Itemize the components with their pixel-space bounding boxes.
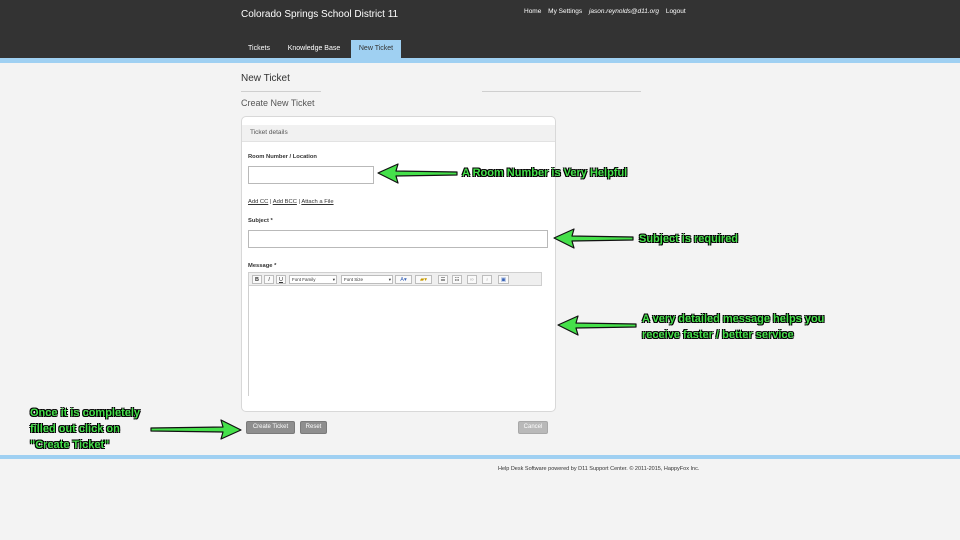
annotation-create-line2: filled out click on <box>30 423 120 435</box>
arrow-to-room-input <box>377 163 458 184</box>
arrow-to-create-button <box>150 419 242 440</box>
arrow-to-message-editor <box>557 315 637 336</box>
annotation-create-line3: "Create Ticket" <box>30 439 110 451</box>
arrow-to-subject-input <box>553 228 634 249</box>
annotation-create-line1: Once it is completely <box>30 407 141 419</box>
annotation-message-line1: A very detailed message helps you <box>642 313 825 325</box>
annotation-room: A Room Number is Very Helpful <box>462 167 628 179</box>
annotation-subject: Subject is required <box>639 233 739 245</box>
annotation-arrows <box>150 163 637 440</box>
annotation-message-line2: receive faster / better service <box>642 329 794 341</box>
